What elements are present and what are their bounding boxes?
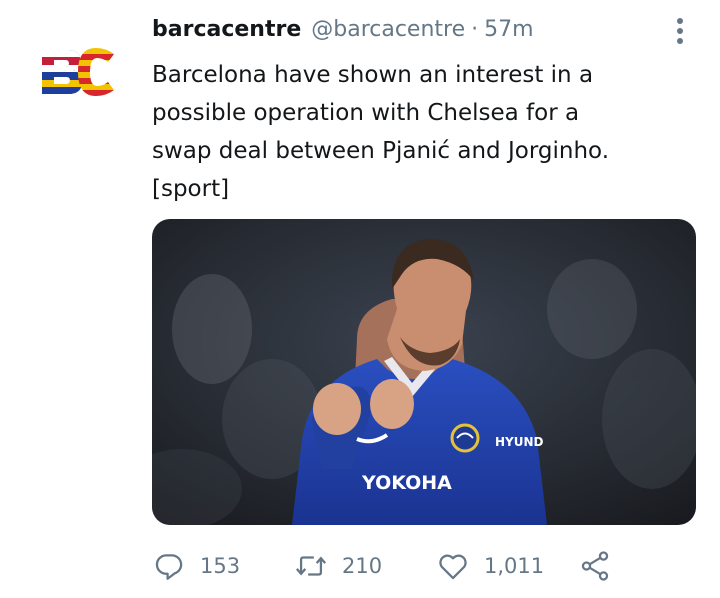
tweet-text: Barcelona have shown an interest in a po…: [152, 56, 692, 208]
more-vertical-icon[interactable]: [668, 16, 692, 46]
retweet-count: 210: [342, 554, 383, 578]
tweet-text-line: swap deal between Pjanić and Jorginho.: [152, 138, 610, 164]
like-button[interactable]: 1,011: [436, 546, 544, 586]
share-button[interactable]: [578, 546, 612, 586]
share-icon: [581, 551, 609, 581]
tweet-media-photo[interactable]: YOKOHA HYUND: [152, 219, 696, 525]
tweet-text-line: [sport]: [152, 176, 230, 202]
player-photo: YOKOHA HYUND: [152, 219, 696, 525]
reply-count: 153: [200, 554, 241, 578]
author-handle[interactable]: @barcacentre: [311, 17, 465, 42]
tweet-actions: 153 210 1,011: [152, 546, 672, 586]
avatar[interactable]: [36, 40, 120, 104]
barcacentre-logo: [42, 48, 114, 96]
reply-button[interactable]: 153: [152, 546, 240, 586]
tweet-timestamp[interactable]: 57m: [484, 17, 533, 42]
author-name[interactable]: barcacentre: [152, 17, 301, 42]
sleeve-sponsor-text: HYUND: [495, 435, 544, 449]
tweet-header: barcacentre @barcacentre · 57m: [152, 17, 534, 49]
reply-icon: [155, 554, 183, 580]
tweet-text-line: possible operation with Chelsea for a: [152, 100, 580, 126]
like-count: 1,011: [484, 554, 545, 578]
heart-icon: [439, 554, 467, 580]
shirt-sponsor-text: YOKOHA: [361, 472, 452, 494]
tweet-text-line: Barcelona have shown an interest in a: [152, 62, 594, 88]
retweet-icon: [295, 556, 327, 576]
retweet-button[interactable]: 210: [294, 546, 382, 586]
separator-dot: ·: [471, 17, 479, 42]
